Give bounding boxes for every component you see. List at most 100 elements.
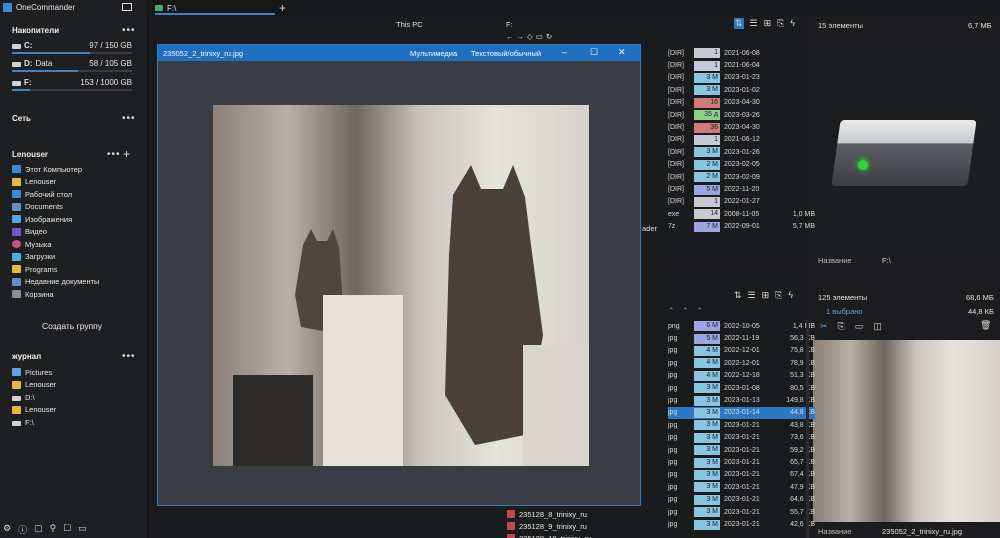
table-row[interactable]: [DIR] 1 2021-06-12 — [668, 134, 815, 146]
network-more-icon[interactable]: ••• — [122, 113, 136, 124]
table-row[interactable]: [DIR] 16 2023-04-30 — [668, 97, 815, 109]
sidebar-item[interactable]: Рабочий стол — [12, 188, 142, 201]
window-layout-icon[interactable] — [122, 3, 132, 11]
info-icon[interactable]: ⓘ — [18, 523, 27, 536]
open-icon[interactable]: ▭ — [855, 321, 864, 332]
journal-item[interactable]: Lenouser — [12, 404, 142, 417]
journal-item[interactable]: Lenouser — [12, 379, 142, 392]
nav-arrows-icon[interactable]: ←→◇▭↻ — [506, 32, 555, 41]
table-row[interactable]: [DIR] 1 2021-06-08 — [668, 47, 815, 59]
sidebar-item[interactable]: Загрузки — [12, 251, 142, 264]
sidebar-item[interactable]: Programs — [12, 263, 142, 276]
table-row[interactable]: jpg 4 M 2022-12-01 75,8 KB — [668, 345, 815, 357]
sidebar-item[interactable]: Недавние документы — [12, 276, 142, 289]
table-row[interactable]: [DIR] 36 2023-04-30 — [668, 121, 815, 133]
table-row[interactable]: jpg 3 M 2023-01-21 65,7 KB — [668, 456, 815, 468]
table-row[interactable]: jpg 3 M 2023-01-21 42,6 KB — [668, 518, 815, 530]
sidebar-item[interactable]: Изображения — [12, 213, 142, 226]
close-icon[interactable]: ✕ — [618, 47, 626, 58]
menu-text-plain[interactable]: Текстовый/обычный — [471, 49, 541, 58]
drive-c[interactable]: C: 97 / 150 GB — [12, 40, 132, 54]
table-row[interactable]: [DIR] 35 д 2023-03-26 — [668, 109, 815, 121]
drives-more-icon[interactable]: ••• — [122, 25, 136, 36]
tab-f-drive[interactable]: F:\ — [155, 3, 275, 15]
new-folder-icon[interactable]: ⊞ — [764, 18, 772, 29]
flash-icon[interactable]: ϟ — [788, 290, 793, 301]
table-row[interactable]: [DIR] 5 M 2022-11-20 — [668, 183, 815, 195]
sidebar-item[interactable]: Музыка — [12, 238, 142, 251]
drive-d[interactable]: D: Data 58 / 105 GB — [12, 58, 132, 72]
sidebar-item[interactable]: Lenouser — [12, 176, 142, 189]
add-icon[interactable]: + — [123, 147, 130, 161]
viewer-title-bar[interactable]: 235052_2_trinixy_ru.jpg Мультимедиа Текс… — [158, 45, 640, 61]
sidebar-item[interactable]: Видео — [12, 226, 142, 239]
table-row[interactable]: [DIR] 3 M 2023-01-02 — [668, 84, 815, 96]
column-sort-icon[interactable]: ⌃⌃⌃ — [668, 306, 711, 315]
sidebar-item[interactable]: Корзина — [12, 288, 142, 301]
table-row[interactable]: [DIR] 3 M 2023-01-23 — [668, 72, 815, 84]
screen-icon[interactable]: ▭ — [78, 523, 87, 536]
sort-icon[interactable]: ⇅ — [734, 18, 744, 29]
table-row[interactable]: jpg 3 M 2023-01-21 64,6 KB — [668, 494, 815, 506]
journal-item[interactable]: Pictures — [12, 366, 142, 379]
sidebar-item[interactable]: Этот Компьютер — [12, 163, 142, 176]
table-row[interactable]: jpg 3 M 2023-01-13 149,8 KB — [668, 394, 815, 406]
sidebar-item[interactable]: Documents — [12, 201, 142, 214]
table-row[interactable]: jpg 3 M 2023-01-21 73,6 KB — [668, 432, 815, 444]
table-row[interactable]: 7z 7 M 2022-09-01 5,7 MB — [668, 221, 815, 233]
settings-icon[interactable]: ⚙ — [3, 523, 11, 536]
table-row[interactable]: jpg 3 M 2023-01-21 67,4 KB — [668, 469, 815, 481]
journal-more-icon[interactable]: ••• — [122, 351, 136, 362]
copy-icon[interactable]: ⎘ — [775, 290, 782, 301]
user-more-icon[interactable]: ••• — [107, 149, 121, 160]
table-row[interactable]: exe 14 2008-11-05 1,0 MB — [668, 208, 815, 220]
add-tab-button[interactable]: + — [279, 1, 286, 15]
file-item[interactable]: 235128_8_trinixy_ru — [507, 508, 591, 520]
file-size: 149,8 KB — [786, 397, 815, 405]
table-row[interactable]: jpg 3 M 2023-01-14 44,8 KB — [668, 406, 815, 420]
table-row[interactable]: jpg 3 M 2023-01-21 43,8 KB — [668, 419, 815, 431]
panel-icon[interactable]: ☐ — [63, 523, 71, 536]
table-row[interactable]: jpg 3 M 2023-01-21 55,7 KB — [668, 506, 815, 518]
menu-multimedia[interactable]: Мультимедиа — [410, 49, 457, 58]
table-row[interactable]: jpg 3 M 2023-01-08 80,5 KB — [668, 382, 815, 394]
delete-icon[interactable]: 🗑 — [980, 320, 991, 331]
table-row[interactable]: [DIR] 3 M 2023-01-26 — [668, 146, 815, 158]
layout-icon[interactable]: ▢ — [34, 523, 43, 536]
maximize-icon[interactable]: ☐ — [590, 47, 598, 58]
table-row[interactable]: png 6 M 2022-10-05 1,4 MB — [668, 320, 815, 332]
sort-icon[interactable]: ⇅ — [734, 290, 742, 301]
copy-icon[interactable]: ⎘ — [777, 18, 784, 29]
cut-icon[interactable]: ✂ — [820, 321, 828, 332]
journal-item[interactable]: D:\ — [12, 391, 142, 404]
file-item[interactable]: 235128_9_trinixy_ru — [507, 520, 591, 532]
scrollbar[interactable] — [806, 320, 809, 538]
file-date: 2008-11-05 — [724, 210, 760, 218]
list-view-icon[interactable]: ☰ — [750, 18, 758, 29]
file-ext: jpg — [668, 372, 678, 380]
journal-item[interactable]: F:\ — [12, 416, 142, 429]
table-row[interactable]: jpg 3 M 2023-01-21 47,9 KB — [668, 481, 815, 493]
minimize-icon[interactable]: – — [562, 47, 567, 57]
top-toolbar: ⇅ ☰ ⊞ ⎘ ϟ — [734, 18, 795, 29]
flash-icon[interactable]: ϟ — [790, 18, 795, 29]
table-row[interactable]: [DIR] 2 M 2023-02-09 — [668, 171, 815, 183]
search-icon[interactable]: ⚲ — [50, 523, 57, 536]
file-size: 47,9 KB — [790, 483, 815, 491]
table-row[interactable]: [DIR] 1 2021-06-04 — [668, 59, 815, 71]
new-folder-icon[interactable]: ⊞ — [762, 290, 770, 301]
table-row[interactable]: jpg 4 M 2022-12-01 78,9 KB — [668, 357, 815, 369]
pane-f-title: F: — [506, 20, 513, 29]
file-ext: [DIR] — [668, 62, 684, 70]
table-row[interactable]: [DIR] 1 2022-01-27 — [668, 196, 815, 208]
create-group-button[interactable]: Создать группу — [12, 319, 132, 334]
book-icon[interactable]: ◫ — [873, 321, 882, 332]
table-row[interactable]: [DIR] 2 M 2023-02-05 — [668, 159, 815, 171]
table-row[interactable]: jpg 3 M 2023-01-21 59,2 KB — [668, 444, 815, 456]
file-item[interactable]: 235128_10_trinixy_ru — [507, 532, 591, 538]
copy-icon[interactable]: ⎘ — [838, 321, 845, 332]
table-row[interactable]: jpg 5 M 2022-11-19 56,3 KB — [668, 332, 815, 344]
table-row[interactable]: jpg 4 M 2022-12-18 51,3 KB — [668, 370, 815, 382]
list-view-icon[interactable]: ☰ — [748, 290, 756, 301]
drive-f[interactable]: F: 153 / 1000 GB — [12, 77, 132, 91]
